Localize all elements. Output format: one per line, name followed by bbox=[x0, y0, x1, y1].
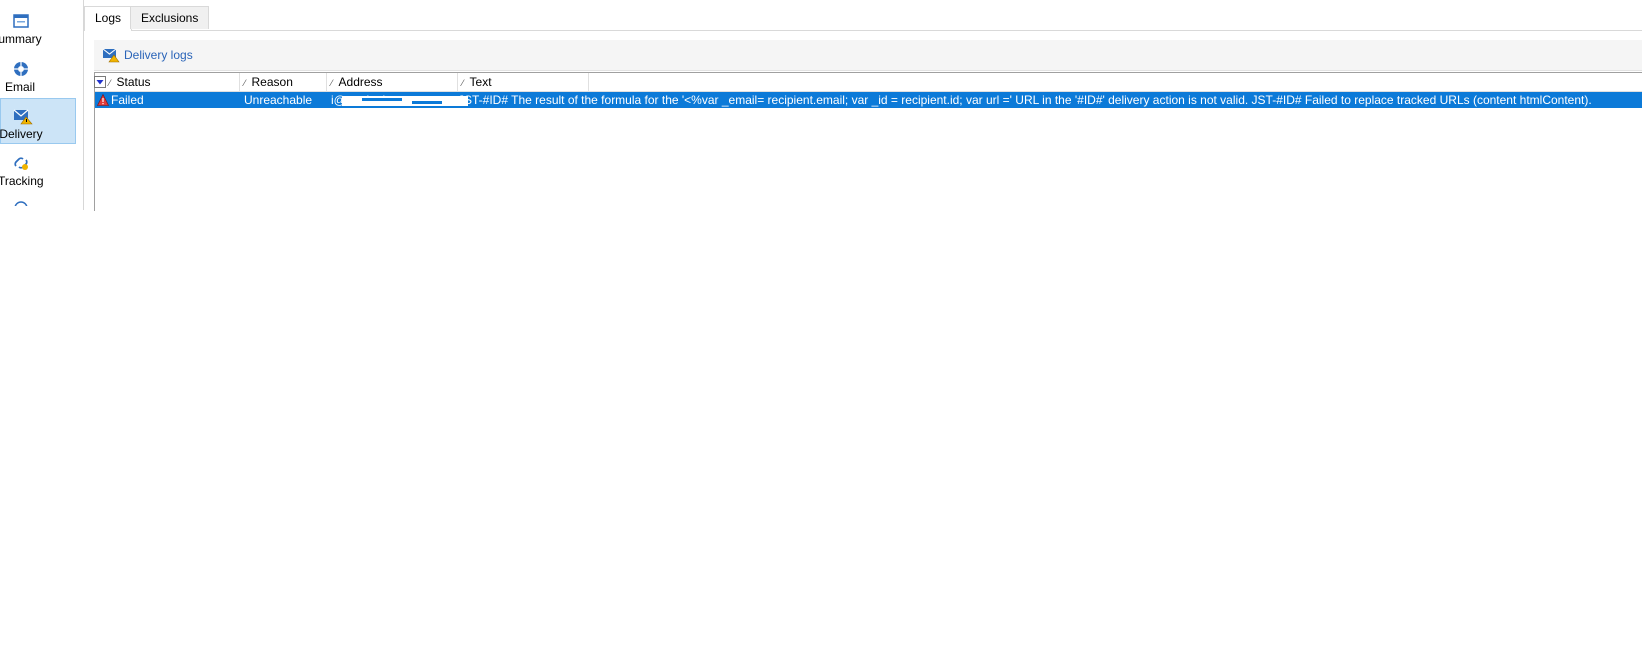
cell-status: Failed bbox=[111, 93, 144, 107]
address-redaction bbox=[342, 95, 468, 106]
sidebar-item-label: Tracking bbox=[0, 174, 44, 188]
grid-header: ⁄ Status ⁄ Reason ⁄ Address ⁄ Text bbox=[94, 73, 1642, 92]
tab-bar: Logs Exclusions bbox=[84, 6, 1642, 31]
sidebar-item-email[interactable]: Email bbox=[0, 52, 76, 98]
toolbar: Delivery logs bbox=[94, 40, 1642, 71]
column-header-label: Status bbox=[116, 75, 151, 89]
tracking-icon bbox=[12, 154, 30, 172]
sort-icon: ⁄ bbox=[244, 78, 246, 88]
logs-grid: ⁄ Status ⁄ Reason ⁄ Address ⁄ Text Failed Un… bbox=[94, 72, 1642, 211]
error-icon bbox=[97, 93, 109, 106]
sidebar: ummary Email Delivery Tracking bbox=[0, 0, 80, 210]
delivery-logs-button[interactable]: Delivery logs bbox=[102, 45, 193, 65]
column-header-label: Text bbox=[469, 75, 492, 89]
sort-icon: ⁄ bbox=[331, 78, 333, 88]
sidebar-item-label: ummary bbox=[0, 32, 42, 46]
sort-icon: ⁄ bbox=[462, 78, 464, 88]
sidebar-item-summary[interactable]: ummary bbox=[0, 4, 76, 50]
delivery-logs-icon bbox=[102, 46, 120, 64]
cell-text: JST-#ID# The result of the formula for t… bbox=[458, 93, 1592, 107]
column-header-label: Address bbox=[338, 75, 383, 89]
sidebar-item-delivery[interactable]: Delivery bbox=[0, 98, 76, 144]
cell-reason: Unreachable bbox=[244, 93, 313, 107]
delivery-icon bbox=[13, 107, 33, 125]
delivery-logs-label: Delivery logs bbox=[124, 48, 193, 62]
column-header-status[interactable]: ⁄ Status bbox=[105, 73, 240, 91]
sort-icon: ⁄ bbox=[109, 78, 111, 88]
column-header-label: Reason bbox=[251, 75, 293, 89]
sidebar-divider bbox=[83, 0, 84, 210]
email-icon bbox=[12, 60, 30, 78]
column-header-text[interactable]: ⁄ Text bbox=[458, 73, 589, 91]
sidebar-item-label: Delivery bbox=[0, 127, 43, 141]
sidebar-item-label: Email bbox=[4, 80, 35, 94]
summary-icon bbox=[12, 12, 30, 30]
tab-logs[interactable]: Logs bbox=[84, 6, 133, 31]
sidebar-item-tracking[interactable]: Tracking bbox=[0, 146, 76, 192]
tab-exclusions[interactable]: Exclusions bbox=[130, 6, 210, 29]
table-row[interactable]: Failed Unreachable i@markatin JST-#ID# T… bbox=[95, 92, 1642, 108]
column-header-reason[interactable]: ⁄ Reason bbox=[240, 73, 327, 91]
partial-nav-icon bbox=[13, 200, 29, 206]
column-header-address[interactable]: ⁄ Address bbox=[327, 73, 458, 91]
